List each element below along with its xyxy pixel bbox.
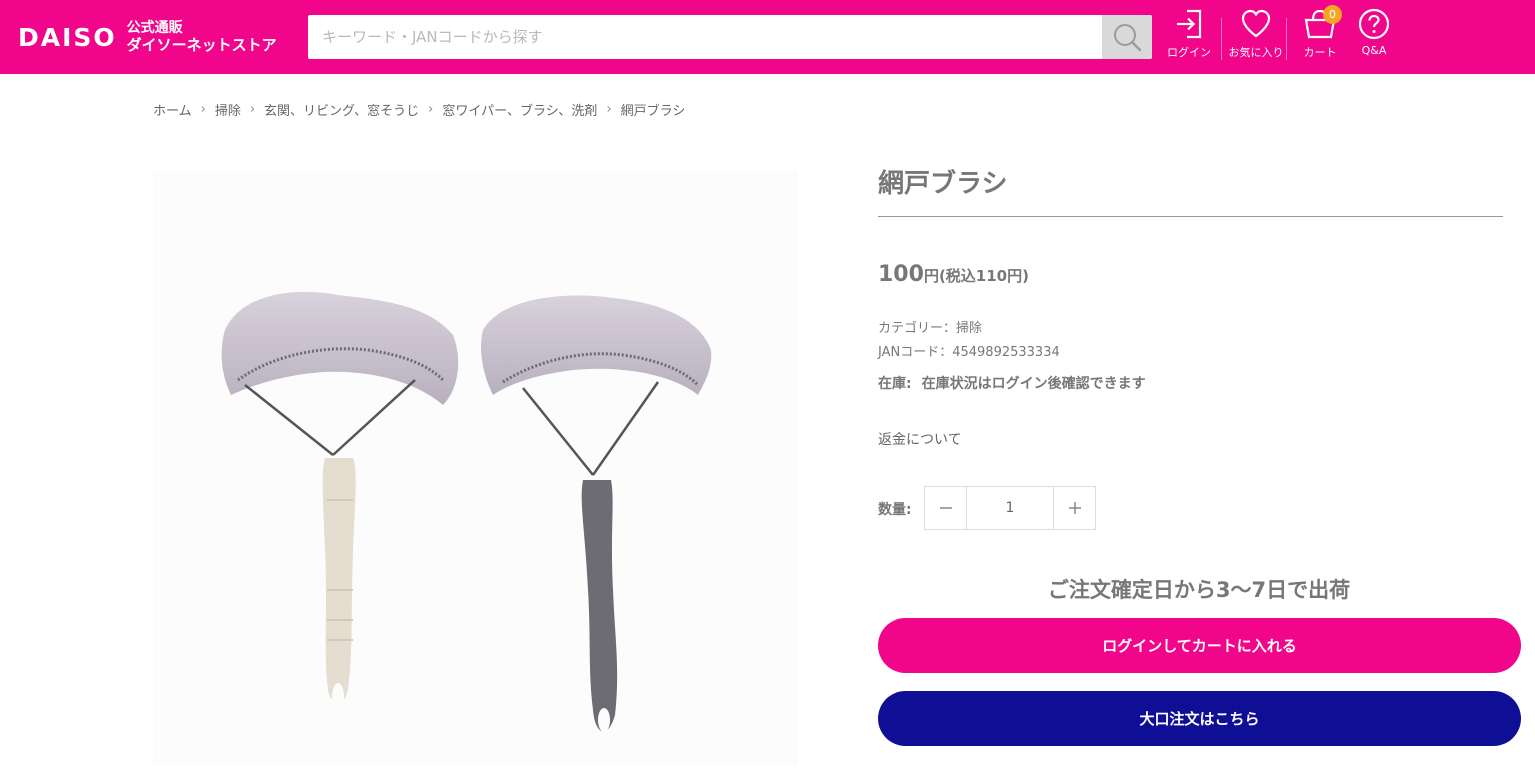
login-add-to-cart-button[interactable]: ログインしてカートに入れる [878, 618, 1521, 673]
site-header: DAISO 公式通販 ダイソーネットストア ログイン お気に入り [0, 0, 1535, 74]
shipping-note: ご注文確定日から3〜7日で出荷 [1047, 578, 1351, 602]
product-image[interactable] [153, 170, 798, 766]
product-category: カテゴリー：掃除 [878, 321, 983, 336]
quantity-decrease-button[interactable] [925, 487, 967, 529]
quantity-stepper: 1 [924, 486, 1096, 530]
header-divider [1221, 18, 1222, 60]
refund-link[interactable]: 返金について [878, 429, 962, 449]
qa-link[interactable]: Q&A [1346, 8, 1402, 64]
bulk-order-button[interactable]: 大口注文はこちら [878, 691, 1521, 746]
gray-brush [481, 295, 712, 732]
search-bar [308, 15, 1152, 59]
quantity-label: 数量: [878, 502, 912, 518]
product-title: 網戸ブラシ [878, 169, 1008, 199]
login-link[interactable]: ログイン [1161, 8, 1217, 64]
daiso-logo[interactable]: DAISO 公式通販 ダイソーネットストア [18, 14, 277, 60]
minus-icon [939, 507, 952, 509]
title-divider [878, 216, 1503, 217]
breadcrumb-separator: › [606, 102, 612, 117]
cart-label: カート [1303, 46, 1337, 59]
breadcrumb-separator: › [249, 102, 256, 117]
breadcrumb: ホーム › 掃除 › 玄関、リビング、窓そうじ › 窓ワイパー、ブラシ、洗剤 ›… [153, 100, 685, 119]
logo-subtitle-line1: 公式通販 [126, 20, 183, 36]
breadcrumb-window-wiper-brush[interactable]: 窓ワイパー、ブラシ、洗剤 [442, 100, 597, 119]
search-button[interactable] [1102, 15, 1152, 59]
quantity-input[interactable]: 1 [967, 487, 1053, 529]
stock-value: 在庫状況はログイン後確認できます [921, 376, 1146, 392]
login-label: ログイン [1167, 46, 1211, 59]
qa-label: Q&A [1361, 44, 1387, 57]
product-price: 100円(税込110円) [878, 262, 1029, 287]
breadcrumb-current[interactable]: 網戸ブラシ [621, 100, 686, 119]
favorites-link[interactable]: お気に入り [1228, 8, 1284, 64]
price-amount: 100 [878, 262, 924, 287]
screen-brush-illustration [221, 291, 712, 732]
stock-status: 在庫: 在庫状況はログイン後確認できます [878, 373, 1146, 393]
question-circle-icon [1358, 8, 1390, 40]
breadcrumb-cleaning[interactable]: 掃除 [215, 100, 241, 119]
logo-subtitle-line2: ダイソーネットストア [126, 36, 277, 54]
login-icon [1177, 9, 1202, 39]
header-divider [1286, 18, 1287, 60]
product-jan-code: JANコード：4549892533334 [878, 345, 1060, 360]
breadcrumb-home[interactable]: ホーム [153, 100, 192, 119]
breadcrumb-entrance-living-window[interactable]: 玄関、リビング、窓そうじ [264, 100, 419, 119]
heart-icon [1241, 9, 1271, 38]
plus-icon [1068, 502, 1081, 514]
stock-label: 在庫: [878, 376, 912, 392]
breadcrumb-separator: › [200, 102, 206, 117]
cart-count-badge: 0 [1323, 5, 1342, 24]
favorites-label: お気に入り [1228, 46, 1284, 59]
beige-brush [221, 291, 459, 711]
cart-link[interactable]: 0 カート [1292, 5, 1348, 64]
price-tax-included: (税込110円) [938, 267, 1029, 285]
price-unit: 円 [923, 267, 939, 285]
breadcrumb-separator: › [428, 102, 434, 117]
logo-subtitle: 公式通販 ダイソーネットストア [127, 20, 277, 54]
search-input[interactable] [308, 15, 1102, 59]
logo-wordmark: DAISO [18, 22, 117, 52]
quantity-increase-button[interactable] [1053, 487, 1095, 529]
search-icon [1114, 24, 1142, 52]
